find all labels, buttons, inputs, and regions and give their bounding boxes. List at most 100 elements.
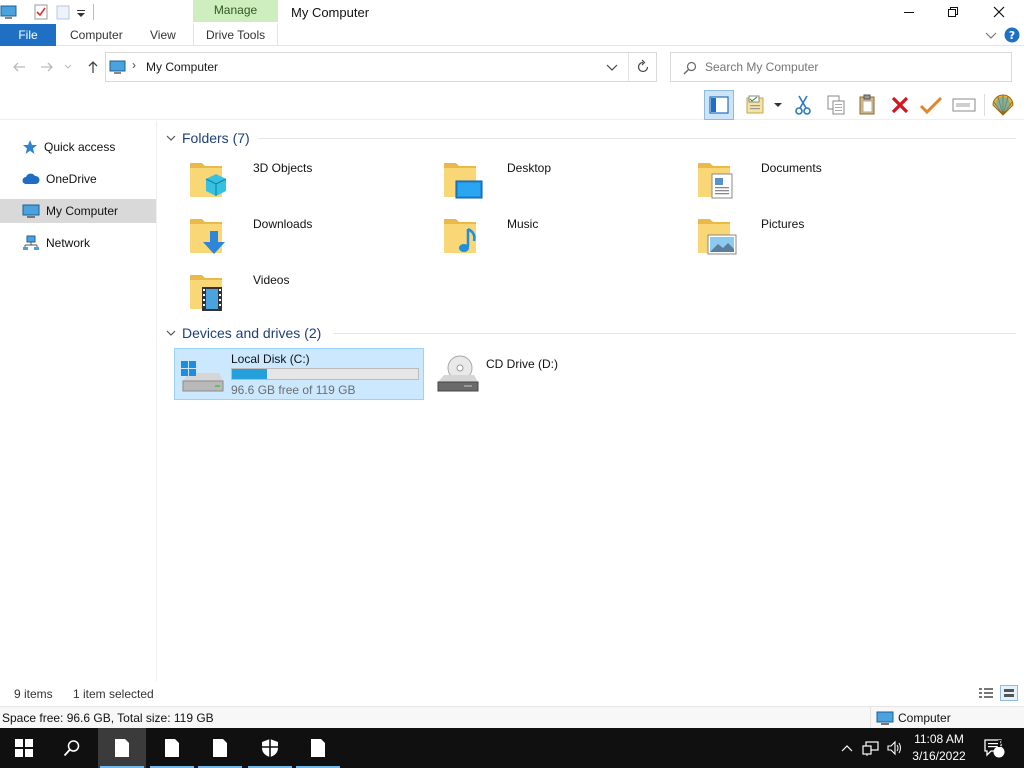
properties-icon[interactable] [32, 3, 50, 21]
explorer-window: Manage My Computer File Computer View Dr… [0, 0, 1024, 729]
tile-label: 3D Objects [253, 161, 313, 175]
title-bar: Manage My Computer [0, 0, 1024, 24]
sidebar-item-onedrive[interactable]: OneDrive [0, 167, 156, 191]
layout-dropdown-button[interactable] [770, 91, 786, 119]
shell-icon [992, 94, 1014, 116]
group-divider [333, 333, 1016, 334]
sidebar-item-network[interactable]: Network [0, 231, 156, 255]
windows-logo-icon [15, 739, 33, 757]
content-pane: Folders (7) 3D Objects Desktop Documents… [158, 121, 1024, 681]
copy-icon [827, 95, 845, 115]
info-divider [870, 707, 871, 729]
drive-cd-d[interactable]: CD Drive (D:) [430, 348, 630, 400]
delete-button[interactable] [886, 91, 914, 119]
search-box[interactable] [670, 52, 1012, 82]
forward-arrow-icon[interactable] [38, 58, 56, 76]
folder-documents[interactable]: Documents [688, 153, 938, 205]
qat-dropdown-icon[interactable] [76, 3, 86, 21]
shell-button[interactable] [989, 91, 1017, 119]
tiles-view-button[interactable] [1000, 685, 1018, 701]
folder-music[interactable]: Music [434, 209, 684, 261]
taskbar-app-5[interactable] [294, 728, 342, 768]
paste-button[interactable] [854, 91, 882, 119]
items-count: 9 items [14, 687, 53, 701]
videos-folder-icon [190, 275, 222, 311]
chevron-down-icon [166, 135, 176, 141]
sidebar-item-quick-access[interactable]: Quick access [0, 135, 156, 159]
copy-button[interactable] [822, 91, 850, 119]
tab-view[interactable]: View [150, 24, 176, 46]
tray-show-hidden-icon[interactable] [838, 728, 856, 768]
sidebar-item-label: Quick access [44, 140, 116, 154]
preview-pane-icon [709, 96, 729, 114]
shield-icon [262, 739, 278, 757]
layout-dropdown-icon [774, 103, 782, 107]
hard-drive-icon [181, 361, 224, 392]
folder-pictures[interactable]: Pictures [688, 209, 938, 261]
tile-label: Videos [253, 273, 290, 287]
drives-group-header[interactable]: Devices and drives (2) [166, 323, 321, 343]
help-icon[interactable]: ? [1004, 27, 1020, 46]
tab-computer[interactable]: Computer [70, 24, 123, 46]
minimize-button[interactable] [886, 0, 932, 24]
address-dropdown-icon[interactable] [606, 62, 618, 76]
folders-group-header[interactable]: Folders (7) [166, 128, 250, 148]
preview-pane-button[interactable] [704, 90, 734, 120]
sidebar-item-my-computer[interactable]: My Computer [0, 199, 156, 223]
address-bar[interactable]: › My Computer [105, 52, 657, 82]
up-arrow-icon[interactable] [84, 58, 102, 76]
folder-downloads[interactable]: Downloads [180, 209, 430, 261]
layout-button[interactable] [742, 91, 770, 119]
notification-center-button[interactable]: 2 [980, 728, 1008, 768]
tiles-view-icon [1004, 689, 1014, 697]
downloads-folder-icon [190, 219, 225, 254]
recent-locations-icon[interactable] [62, 58, 74, 76]
info-bar: Space free: 96.6 GB, Total size: 119 GB … [0, 706, 1024, 729]
breadcrumb-my-computer[interactable]: My Computer [146, 60, 218, 74]
cut-icon [795, 95, 811, 115]
drive-local-disk-c[interactable]: Local Disk (C:) 96.6 GB free of 119 GB [174, 348, 424, 400]
toolbar-divider [984, 94, 985, 116]
navigation-pane: Quick access OneDrive My Computer Networ… [0, 121, 157, 681]
search-icon [683, 61, 697, 78]
tab-file[interactable]: File [0, 24, 56, 46]
drives-group-title: Devices and drives (2) [182, 325, 322, 341]
taskbar-search-button[interactable] [48, 728, 96, 768]
search-input[interactable] [705, 59, 995, 75]
folder-3d-objects[interactable]: 3D Objects [180, 153, 430, 205]
tab-drive-tools[interactable]: Drive Tools [206, 24, 265, 46]
document-app-icon [165, 739, 179, 757]
document-app-icon [311, 739, 325, 757]
rename-button[interactable] [950, 91, 978, 119]
tile-label: Desktop [507, 161, 552, 175]
taskbar-clock[interactable]: 11:08 AM 3/16/2022 [905, 731, 973, 765]
breadcrumb-chevron-icon[interactable]: › [132, 58, 136, 72]
details-view-button[interactable] [978, 686, 994, 703]
refresh-icon[interactable] [636, 59, 650, 78]
details-view-icon [979, 688, 993, 698]
manage-context-tab[interactable]: Manage [193, 0, 278, 22]
taskbar-app-2[interactable] [148, 728, 196, 768]
taskbar-app-3[interactable] [196, 728, 244, 768]
ribbon-tab-row: File Computer View Drive Tools ? [0, 24, 1024, 46]
computer-icon[interactable] [0, 3, 18, 21]
sidebar-item-label: My Computer [46, 204, 119, 218]
confirm-button[interactable] [917, 91, 945, 119]
folder-desktop[interactable]: Desktop [434, 153, 684, 205]
folder-videos[interactable]: Videos [180, 265, 430, 317]
close-button[interactable] [976, 0, 1022, 24]
taskbar-app-security[interactable] [246, 728, 294, 768]
restore-button[interactable] [930, 0, 976, 24]
taskbar-app-explorer[interactable] [98, 728, 146, 768]
network-tray-icon[interactable] [860, 728, 882, 768]
network-icon [23, 235, 39, 250]
new-folder-icon[interactable] [56, 3, 70, 21]
volume-icon[interactable] [884, 728, 906, 768]
taskbar: 11:08 AM 3/16/2022 2 [0, 728, 1024, 768]
desktop-folder-icon [444, 163, 483, 199]
back-arrow-icon[interactable] [10, 58, 28, 76]
start-button[interactable] [0, 728, 48, 768]
cut-button[interactable] [789, 91, 817, 119]
computer-icon [876, 710, 894, 729]
expand-ribbon-icon[interactable] [985, 30, 997, 44]
